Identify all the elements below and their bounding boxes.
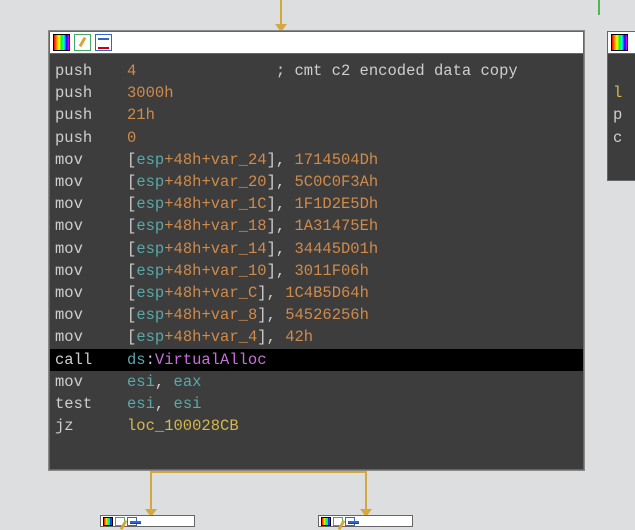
operands: 4 [127, 60, 136, 82]
edit-icon[interactable] [74, 34, 91, 51]
asm-line[interactable]: callds:VirtualAlloc [50, 349, 583, 371]
color-icon[interactable] [611, 34, 628, 51]
disassembly-body: push4 ; cmt c2 encoded data copypush3000… [50, 54, 583, 443]
code-node-main[interactable]: push4 ; cmt c2 encoded data copypush3000… [49, 31, 584, 470]
partial-line: p [613, 104, 635, 126]
color-icon[interactable] [53, 34, 70, 51]
asm-line[interactable]: mov[esp+48h+var_10], 3011F06h [55, 260, 578, 282]
operands: esi, esi [127, 393, 201, 415]
node-titlebar-br [319, 516, 412, 527]
operands: loc_100028CB [127, 415, 239, 437]
asm-line[interactable]: mov[esp+48h+var_C], 1C4B5D64h [55, 282, 578, 304]
asm-line[interactable]: mov[esp+48h+var_20], 5C0C0F3Ah [55, 171, 578, 193]
mnemonic: push [55, 127, 127, 149]
node-titlebar [50, 32, 583, 54]
mnemonic: push [55, 104, 127, 126]
partial-line: c [613, 127, 635, 149]
mnemonic: mov [55, 193, 127, 215]
asm-line[interactable]: jzloc_100028CB [55, 415, 578, 437]
asm-line[interactable]: mov[esp+48h+var_4], 42h [55, 326, 578, 348]
partial-line: l [613, 82, 635, 104]
operands: [esp+48h+var_C], 1C4B5D64h [127, 282, 369, 304]
mnemonic: mov [55, 260, 127, 282]
edit-icon[interactable] [333, 517, 343, 526]
mnemonic: push [55, 82, 127, 104]
operands: [esp+48h+var_4], 42h [127, 326, 313, 348]
asm-line[interactable]: mov[esp+48h+var_8], 54526256h [55, 304, 578, 326]
chart-icon[interactable] [95, 34, 112, 51]
operands: 0 [127, 127, 136, 149]
mnemonic: test [55, 393, 127, 415]
code-body-right: l p c [608, 54, 635, 155]
operands: [esp+48h+var_10], 3011F06h [127, 260, 369, 282]
edit-icon[interactable] [115, 517, 125, 526]
mnemonic: jz [55, 415, 127, 437]
operands: esi, eax [127, 371, 201, 393]
asm-line[interactable]: push4 ; cmt c2 encoded data copy [55, 60, 578, 82]
node-titlebar-right [608, 32, 635, 54]
operands: [esp+48h+var_14], 34445D01h [127, 238, 378, 260]
operands: [esp+48h+var_18], 1A31475Eh [127, 215, 378, 237]
operands: ds:VirtualAlloc [127, 349, 267, 371]
partial-line [613, 60, 635, 82]
comment: ; cmt c2 encoded data copy [276, 60, 518, 82]
asm-line[interactable]: push0 [55, 127, 578, 149]
flow-edge-green [598, 0, 600, 15]
asm-line[interactable]: mov[esp+48h+var_14], 34445D01h [55, 238, 578, 260]
asm-line[interactable]: testesi, esi [55, 393, 578, 415]
mnemonic: mov [55, 326, 127, 348]
node-titlebar-bl [101, 516, 194, 527]
code-node-br[interactable] [318, 515, 413, 527]
operands: [esp+48h+var_20], 5C0C0F3Ah [127, 171, 378, 193]
operands: 3000h [127, 82, 174, 104]
mnemonic: mov [55, 282, 127, 304]
mnemonic: mov [55, 215, 127, 237]
mnemonic: mov [55, 171, 127, 193]
asm-line[interactable]: push21h [55, 104, 578, 126]
color-icon[interactable] [321, 517, 331, 526]
asm-line[interactable]: mov[esp+48h+var_1C], 1F1D2E5Dh [55, 193, 578, 215]
operands: [esp+48h+var_1C], 1F1D2E5Dh [127, 193, 378, 215]
operands: 21h [127, 104, 155, 126]
mnemonic: mov [55, 149, 127, 171]
flow-edge-split [150, 471, 367, 473]
asm-line[interactable]: mov[esp+48h+var_24], 1714504Dh [55, 149, 578, 171]
chart-icon[interactable] [345, 517, 355, 526]
mnemonic: mov [55, 304, 127, 326]
chart-icon[interactable] [127, 517, 137, 526]
asm-line[interactable]: movesi, eax [55, 371, 578, 393]
mnemonic: push [55, 60, 127, 82]
mnemonic: mov [55, 238, 127, 260]
asm-line[interactable]: push3000h [55, 82, 578, 104]
mnemonic: mov [55, 371, 127, 393]
code-node-right[interactable]: l p c [607, 31, 635, 181]
color-icon[interactable] [103, 517, 113, 526]
mnemonic: call [55, 349, 127, 371]
operands: [esp+48h+var_24], 1714504Dh [127, 149, 378, 171]
code-node-bl[interactable] [100, 515, 195, 527]
asm-line[interactable]: mov[esp+48h+var_18], 1A31475Eh [55, 215, 578, 237]
operands: [esp+48h+var_8], 54526256h [127, 304, 369, 326]
